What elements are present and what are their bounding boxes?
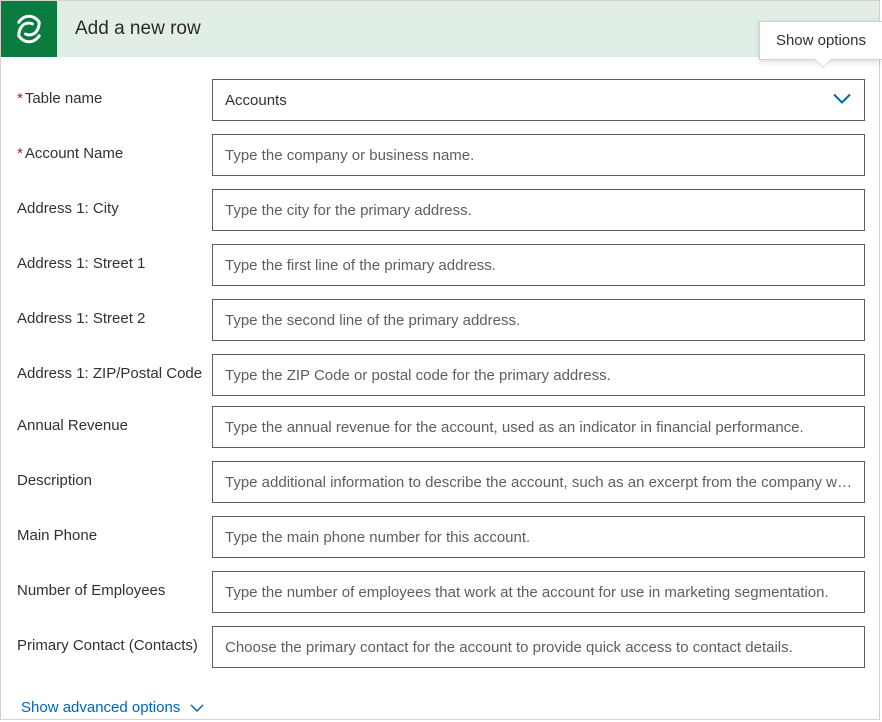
row-address-zip: Address 1: ZIP/Postal Code: [17, 354, 869, 396]
label-address-city: Address 1: City: [17, 189, 212, 219]
required-asterisk: *: [17, 145, 23, 162]
table-name-value: Accounts: [225, 92, 287, 109]
row-number-employees: Number of Employees: [17, 571, 869, 613]
show-options-tooltip[interactable]: Show options: [759, 21, 882, 60]
advanced-options-label: Show advanced options: [21, 699, 180, 716]
row-table-name: *Table name Accounts: [17, 79, 869, 121]
number-employees-input[interactable]: [212, 571, 865, 613]
description-input[interactable]: [212, 461, 865, 503]
address-street2-input[interactable]: [212, 299, 865, 341]
main-phone-input[interactable]: [212, 516, 865, 558]
row-account-name: *Account Name: [17, 134, 869, 176]
chevron-down-icon: [190, 703, 204, 713]
address-zip-input[interactable]: [212, 354, 865, 396]
address-city-input[interactable]: [212, 189, 865, 231]
row-description: Description: [17, 461, 869, 503]
show-advanced-options-link[interactable]: Show advanced options: [21, 699, 204, 716]
header: Add a new row: [1, 1, 879, 57]
row-primary-contact: Primary Contact (Contacts): [17, 626, 869, 668]
label-address-street2: Address 1: Street 2: [17, 299, 212, 329]
label-primary-contact: Primary Contact (Contacts): [17, 626, 212, 656]
label-address-street1: Address 1: Street 1: [17, 244, 212, 274]
label-address-zip: Address 1: ZIP/Postal Code: [17, 354, 212, 384]
label-number-employees: Number of Employees: [17, 571, 212, 601]
dataverse-icon: [1, 1, 57, 57]
row-address-street2: Address 1: Street 2: [17, 299, 869, 341]
account-name-input[interactable]: [212, 134, 865, 176]
row-address-street1: Address 1: Street 1: [17, 244, 869, 286]
show-options-label: Show options: [776, 32, 866, 49]
address-street1-input[interactable]: [212, 244, 865, 286]
row-address-city: Address 1: City: [17, 189, 869, 231]
table-name-dropdown[interactable]: Accounts: [212, 79, 865, 121]
label-account-name: *Account Name: [17, 134, 212, 164]
label-description: Description: [17, 461, 212, 491]
chevron-down-icon: [832, 92, 852, 109]
primary-contact-input[interactable]: [212, 626, 865, 668]
label-table-name: *Table name: [17, 79, 212, 109]
row-main-phone: Main Phone: [17, 516, 869, 558]
page-title: Add a new row: [57, 18, 201, 40]
label-annual-revenue: Annual Revenue: [17, 406, 212, 436]
annual-revenue-input[interactable]: [212, 406, 865, 448]
row-annual-revenue: Annual Revenue: [17, 406, 869, 448]
form-body: *Table name Accounts *Account Name Addre…: [1, 57, 879, 716]
required-asterisk: *: [17, 90, 23, 107]
label-main-phone: Main Phone: [17, 516, 212, 546]
